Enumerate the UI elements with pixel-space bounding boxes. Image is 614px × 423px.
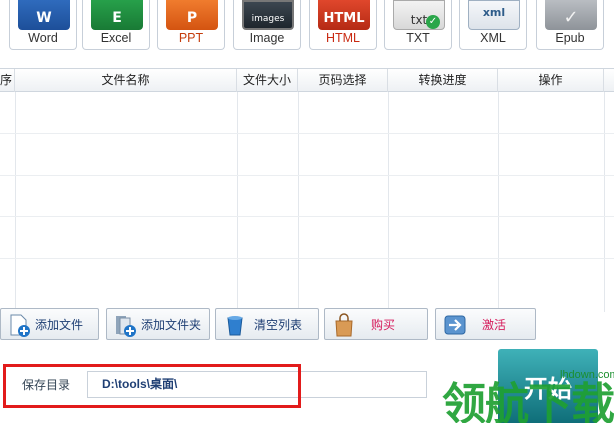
format-excel-label: Excel — [100, 31, 132, 45]
format-image-label: Image — [249, 31, 285, 45]
grid-line — [498, 92, 499, 312]
col-index[interactable]: 序 — [0, 69, 15, 92]
format-epub-button[interactable]: ✓ Epub — [536, 0, 604, 50]
format-image-button[interactable]: images Image — [233, 0, 301, 50]
format-word-button[interactable]: W Word — [9, 0, 77, 50]
grid-line — [237, 92, 238, 312]
activate-button[interactable]: 激活 — [435, 308, 536, 340]
format-excel-button[interactable]: E Excel — [82, 0, 150, 50]
format-xml-label: XML — [480, 31, 506, 45]
col-filename[interactable]: 文件名称 — [15, 69, 237, 92]
table-row[interactable] — [0, 133, 614, 134]
table-row[interactable] — [0, 216, 614, 217]
arrow-right-icon — [444, 313, 466, 337]
add-folder-icon — [115, 313, 137, 337]
format-epub-label: Epub — [555, 31, 585, 45]
grid-line — [15, 92, 16, 312]
col-page-select[interactable]: 页码选择 — [298, 69, 388, 92]
grid-line — [604, 92, 605, 312]
buy-button[interactable]: 购买 — [324, 308, 428, 340]
col-progress[interactable]: 转换进度 — [388, 69, 498, 92]
table-header: 序 文件名称 文件大小 页码选择 转换进度 操作 — [0, 69, 614, 92]
add-file-icon — [9, 313, 31, 337]
col-filesize[interactable]: 文件大小 — [237, 69, 298, 92]
check-icon: ✓ — [426, 15, 440, 29]
format-html-button[interactable]: HTML HTML — [309, 0, 377, 50]
format-html-label: HTML — [325, 31, 361, 45]
table-row[interactable] — [0, 175, 614, 176]
epub-icon: ✓ — [545, 0, 597, 30]
buy-label: 购买 — [371, 318, 396, 332]
shopping-bag-icon — [333, 313, 355, 337]
grid-line — [388, 92, 389, 312]
format-toolbar: W Word E Excel P PPT images Image HTML H… — [0, 0, 614, 56]
activate-label: 激活 — [482, 318, 507, 332]
format-xml-button[interactable]: xml XML — [459, 0, 527, 50]
ppt-icon: P — [166, 0, 218, 30]
add-file-button[interactable]: 添加文件 — [0, 308, 99, 340]
watermark-url: lhdown.com — [560, 369, 614, 381]
table-row[interactable] — [0, 258, 614, 259]
trash-icon — [224, 313, 246, 337]
clear-list-button[interactable]: 清空列表 — [215, 308, 319, 340]
image-icon: images — [242, 0, 294, 30]
format-ppt-label: PPT — [178, 31, 204, 45]
txt-icon: txt ✓ — [393, 0, 445, 30]
xml-icon: xml — [468, 0, 520, 30]
add-folder-label: 添加文件夹 — [141, 318, 202, 332]
add-folder-button[interactable]: 添加文件夹 — [106, 308, 210, 340]
format-txt-label: TXT — [406, 31, 430, 45]
format-txt-button[interactable]: txt ✓ TXT — [384, 0, 452, 50]
col-actions[interactable]: 操作 — [498, 69, 604, 92]
word-icon: W — [18, 0, 70, 30]
format-word-label: Word — [28, 31, 58, 45]
html-icon: HTML — [318, 0, 370, 30]
highlight-frame — [3, 364, 301, 408]
add-file-label: 添加文件 — [35, 318, 84, 332]
file-table: 序 文件名称 文件大小 页码选择 转换进度 操作 — [0, 68, 614, 312]
clear-list-label: 清空列表 — [254, 318, 303, 332]
format-ppt-button[interactable]: P PPT — [157, 0, 225, 50]
grid-line — [298, 92, 299, 312]
excel-icon: E — [91, 0, 143, 30]
